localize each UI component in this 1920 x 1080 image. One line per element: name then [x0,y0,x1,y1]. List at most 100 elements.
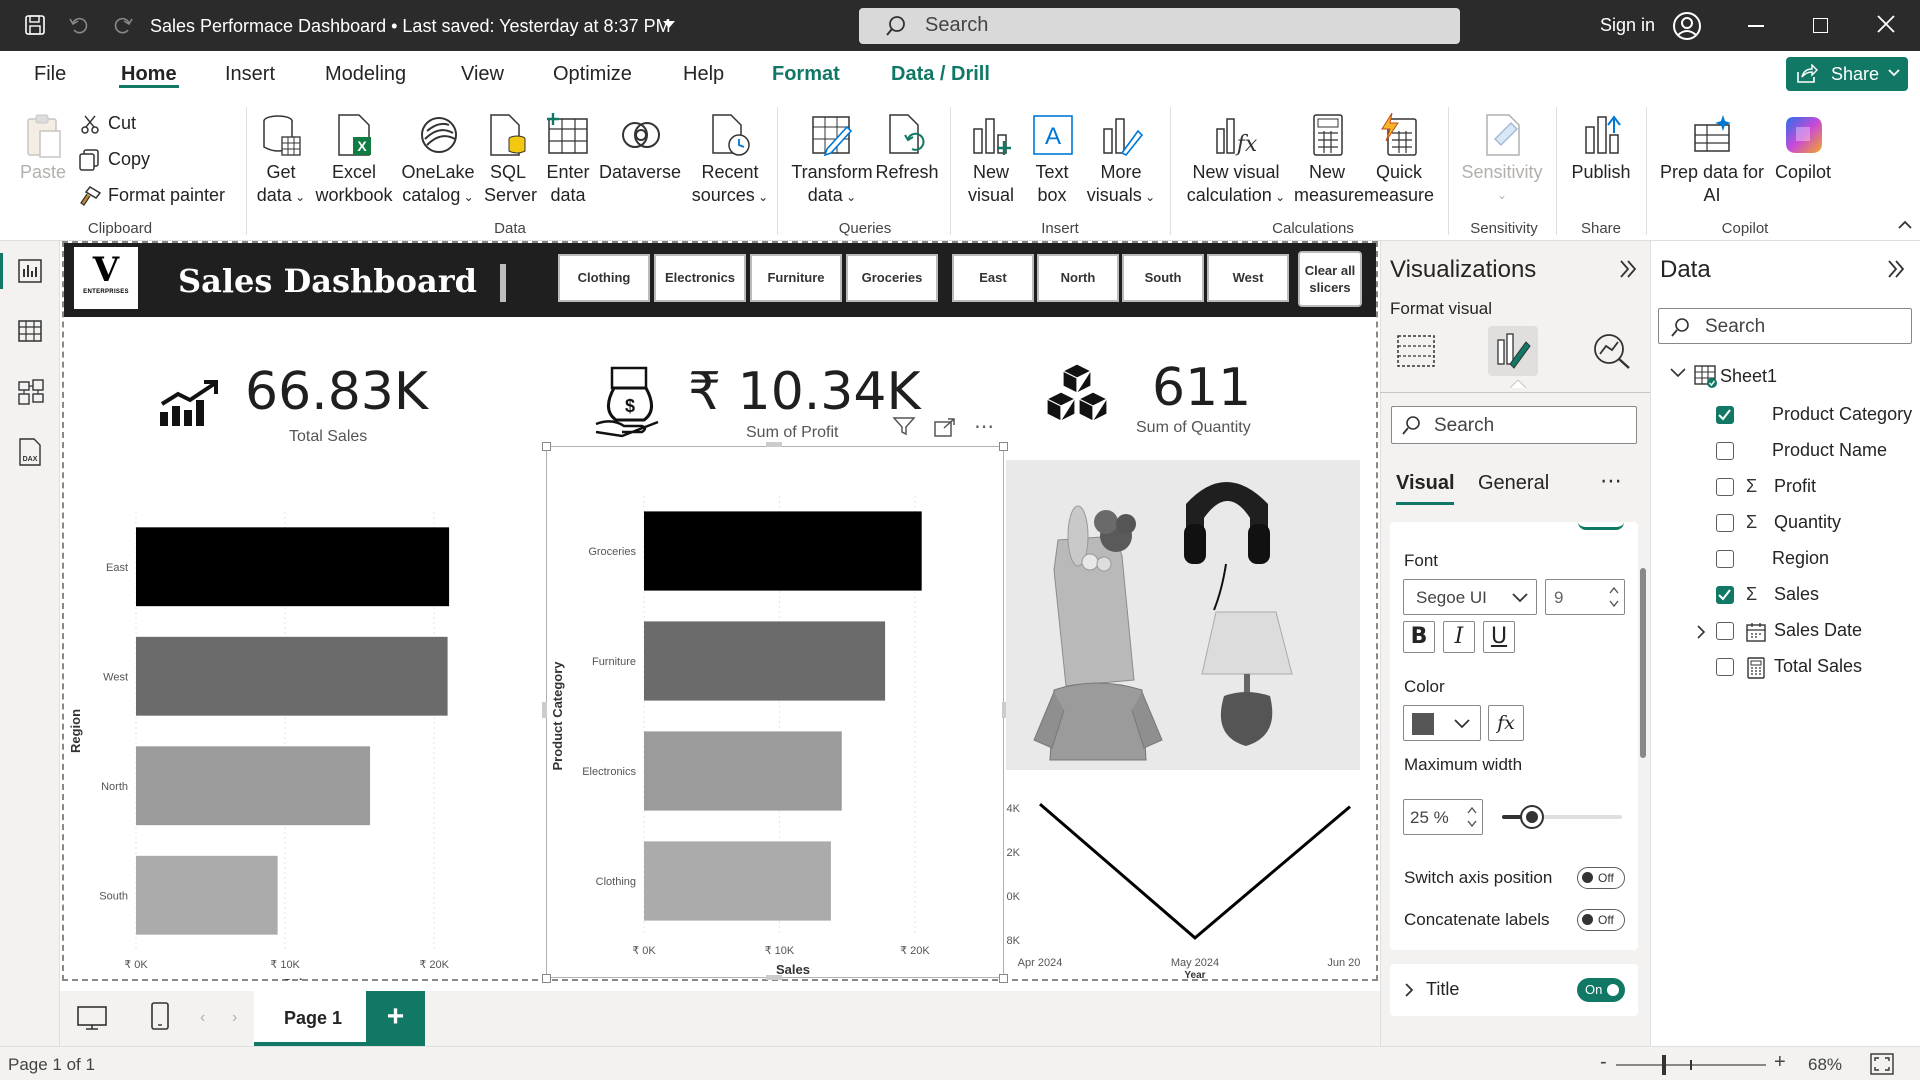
sales-by-region-chart[interactable]: ₹ 0K ₹ 10K ₹ 20K East West North South Sales Reg… [64,460,474,980]
analytics-icon[interactable] [1592,332,1632,370]
field-item[interactable]: Σ Profit [1700,474,1910,504]
menu-data-drill[interactable]: Data / Drill [891,63,990,86]
model-view-icon[interactable] [18,379,44,405]
desktop-layout-icon[interactable] [76,1005,108,1031]
slicer-electronics[interactable]: Electronics [654,254,746,302]
italic-button[interactable]: I [1443,621,1475,653]
field-item[interactable]: Region [1700,546,1910,576]
font-family-select[interactable]: Segoe UI [1403,579,1537,615]
global-search-input[interactable]: Search [859,8,1460,44]
slider-thumb[interactable] [1520,805,1544,829]
pane-scrollbar[interactable] [1640,568,1646,758]
quick-measure-button[interactable]: Quick measure [1364,113,1434,207]
field-checkbox[interactable] [1716,478,1734,496]
field-checkbox[interactable] [1716,406,1734,424]
fit-to-page-icon[interactable] [1870,1053,1894,1075]
sales-by-category-chart[interactable]: ₹ 0K ₹ 10K ₹ 20K Groceries Furniture Electron… [548,460,1002,976]
field-item[interactable]: Product Name [1700,438,1910,468]
sensitivity-button[interactable]: Sensitivity ⌄ [1460,113,1544,207]
table-name[interactable]: Sheet1 [1720,366,1777,387]
slicer-south[interactable]: South [1122,254,1204,302]
new-visual-button[interactable]: New visual [960,113,1022,207]
format-visual-tab[interactable] [1488,326,1538,376]
new-visual-calculation-button[interactable]: fx New visual calculation ⌄ [1180,113,1292,209]
collapse-pane-icon[interactable] [1618,258,1638,280]
prev-page-icon[interactable]: ‹ [200,1009,205,1027]
slicer-furniture[interactable]: Furniture [750,254,842,302]
concatenate-labels-toggle[interactable]: Off [1577,909,1625,931]
title-dropdown-icon[interactable] [662,20,676,30]
close-icon[interactable] [1876,14,1896,34]
field-item[interactable]: Sales Date [1697,618,1910,648]
visualizations-search-input[interactable]: Search [1391,406,1637,444]
more-options-icon[interactable]: ⋯ [974,414,995,439]
chevron-right-icon[interactable] [1696,624,1706,640]
filter-icon[interactable] [892,416,916,436]
slicer-clothing[interactable]: Clothing [558,254,650,302]
new-measure-button[interactable]: New measure [1294,113,1364,207]
font-size-stepper[interactable]: 9 [1545,579,1625,615]
field-checkbox[interactable] [1716,442,1734,460]
resize-handle[interactable] [542,442,551,451]
slicer-west[interactable]: West [1207,254,1289,302]
publish-button[interactable]: Publish [1566,113,1636,184]
menu-modeling[interactable]: Modeling [325,63,406,86]
focus-mode-icon[interactable] [934,418,956,438]
menu-file[interactable]: File [34,63,66,86]
collapse-ribbon-icon[interactable] [1898,220,1912,230]
text-box-button[interactable]: A Text box [1028,113,1076,207]
field-checkbox[interactable] [1716,586,1734,604]
zoom-slider[interactable] [1616,1055,1766,1075]
title-section[interactable]: Title On [1390,964,1638,1016]
data-search-input[interactable]: Search [1658,308,1912,344]
copilot-button[interactable]: Copilot [1766,113,1840,184]
slicer-north[interactable]: North [1037,254,1119,302]
max-width-stepper[interactable]: 25 % [1403,799,1483,835]
share-button[interactable]: Share [1786,57,1908,91]
add-page-button[interactable]: + [366,991,425,1046]
table-view-icon[interactable] [18,319,42,343]
field-item[interactable]: Σ Quantity [1700,510,1910,540]
menu-help[interactable]: Help [683,63,724,86]
field-checkbox[interactable] [1716,550,1734,568]
resize-handle[interactable] [999,442,1008,451]
prep-data-for-ai-button[interactable]: Prep data for AI [1656,113,1768,207]
dataverse-button[interactable]: Dataverse [598,113,682,184]
field-item[interactable]: Total Sales [1700,654,1910,684]
redo-icon[interactable] [112,14,134,36]
sales-trend-line-chart[interactable]: 4K 2K 0K 8K Apr 2024 May 2024 Jun 2024 Year [1006,778,1360,978]
resize-handle[interactable] [542,702,547,718]
underline-button[interactable]: U [1483,621,1515,653]
menu-home[interactable]: Home [121,63,177,86]
slicer-groceries[interactable]: Groceries [846,254,938,302]
menu-format[interactable]: Format [772,63,840,86]
collapse-pane-icon[interactable] [1886,258,1906,280]
color-picker[interactable] [1403,705,1481,741]
undo-icon[interactable] [68,14,90,36]
conditional-formatting-fx-button[interactable]: fx [1488,705,1524,741]
field-checkbox[interactable] [1716,514,1734,532]
enter-data-button[interactable]: Enter data [544,113,592,207]
build-visual-icon[interactable] [1396,332,1436,370]
slicer-east[interactable]: East [952,254,1034,302]
chevron-down-icon[interactable] [1670,368,1686,378]
account-icon[interactable] [1672,11,1702,41]
signin-link[interactable]: Sign in [1600,15,1655,36]
more-options-icon[interactable]: ⋯ [1600,468,1623,494]
zoom-slider-thumb[interactable] [1662,1055,1666,1075]
refresh-button[interactable]: Refresh [872,113,942,184]
recent-sources-button[interactable]: Recent sources ⌄ [690,113,770,209]
tab-general[interactable]: General [1478,472,1549,495]
clear-all-slicers-button[interactable]: Clear all slicers [1298,251,1362,307]
report-view-icon[interactable] [18,259,42,283]
maximize-icon[interactable] [1813,18,1828,33]
sql-server-button[interactable]: SQL Server [484,113,537,207]
field-item[interactable]: Product Category [1700,402,1912,432]
bold-button[interactable]: B [1403,621,1435,653]
field-checkbox[interactable] [1716,622,1734,640]
menu-optimize[interactable]: Optimize [553,63,632,86]
max-width-slider[interactable] [1502,805,1622,829]
field-checkbox[interactable] [1716,658,1734,676]
mobile-layout-icon[interactable] [150,1001,170,1031]
menu-insert[interactable]: Insert [225,63,275,86]
